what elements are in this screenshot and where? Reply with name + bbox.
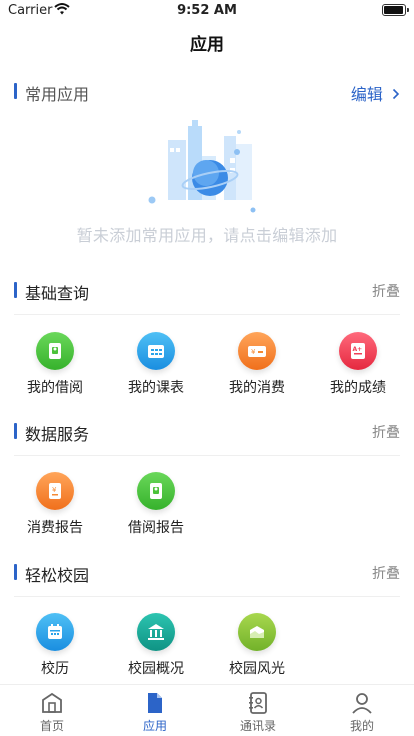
- app-label: 我的借阅: [27, 380, 83, 396]
- app-label: 我的课表: [128, 380, 184, 396]
- app-borrow-report[interactable]: 借阅报告: [111, 472, 201, 544]
- divider: [14, 596, 400, 597]
- battery-icon: [382, 4, 409, 16]
- tab-contacts[interactable]: 通讯录: [218, 691, 298, 734]
- consumption-report-icon: ¥: [36, 472, 74, 510]
- tab-label: 通讯录: [239, 719, 276, 733]
- building-icon: [137, 613, 175, 651]
- tab-label: 应用: [142, 719, 167, 733]
- clock: 9:52 AM: [177, 3, 237, 18]
- section-header-basic: 基础查询 折叠: [14, 280, 400, 303]
- section-header-common: 常用应用 编辑: [14, 81, 400, 104]
- tab-label: 我的: [349, 719, 374, 733]
- section-header-data: 数据服务 折叠: [14, 421, 400, 444]
- section-title-data: 数据服务: [25, 425, 90, 444]
- page-title: 应用: [190, 35, 224, 55]
- app-label: 校园风光: [229, 661, 285, 677]
- app-label: 我的成绩: [330, 380, 386, 396]
- profile-icon: [322, 691, 402, 715]
- section-header-campus: 轻松校园 折叠: [14, 562, 400, 585]
- app-label: 消费报告: [27, 520, 83, 536]
- timetable-icon: [137, 332, 175, 370]
- apps-doc-icon: [115, 691, 195, 715]
- tab-apps[interactable]: 应用: [115, 691, 195, 734]
- empty-state-text: 暂未添加常用应用，请点击编辑添加: [76, 226, 338, 245]
- edit-button[interactable]: 编辑: [351, 81, 400, 105]
- tab-label: 首页: [39, 719, 64, 733]
- svg-text:A+: A+: [353, 346, 363, 353]
- svg-text:¥: ¥: [52, 486, 57, 494]
- app-consumption-report[interactable]: ¥ 消费报告: [10, 472, 100, 544]
- svg-text:¥: ¥: [251, 348, 256, 356]
- chevron-right-icon: [392, 88, 400, 100]
- app-label: 我的消费: [229, 380, 285, 396]
- app-campus-scenery[interactable]: 校园风光: [212, 613, 302, 685]
- tab-profile[interactable]: 我的: [322, 691, 402, 734]
- tab-home[interactable]: 首页: [12, 691, 92, 734]
- app-my-grades[interactable]: A+ 我的成绩: [313, 332, 403, 404]
- tab-bar: 首页 应用 通讯录 我的: [0, 684, 414, 736]
- app-my-borrow[interactable]: 我的借阅: [10, 332, 100, 404]
- card-icon: ¥: [238, 332, 276, 370]
- calendar-icon: [36, 613, 74, 651]
- section-accent-bar: [14, 83, 17, 99]
- grade-icon: A+: [339, 332, 377, 370]
- section-accent-bar: [14, 282, 17, 298]
- collapse-button-data[interactable]: 折叠: [372, 422, 400, 442]
- scenery-icon: [238, 613, 276, 651]
- app-label: 校园概况: [128, 661, 184, 677]
- section-title-campus: 轻松校园: [25, 566, 90, 585]
- borrow-icon: [36, 332, 74, 370]
- contacts-icon: [218, 691, 298, 715]
- section-title-common: 常用应用: [25, 85, 90, 104]
- section-accent-bar: [14, 423, 17, 439]
- app-school-calendar[interactable]: 校历: [10, 613, 100, 685]
- status-bar: Carrier 9:52 AM: [0, 0, 414, 22]
- edit-button-label: 编辑: [350, 85, 383, 104]
- app-label: 借阅报告: [128, 520, 184, 536]
- collapse-button-basic[interactable]: 折叠: [372, 281, 400, 301]
- collapse-button-campus[interactable]: 折叠: [372, 563, 400, 583]
- section-accent-bar: [14, 564, 17, 580]
- empty-state-illustration: [140, 118, 270, 218]
- divider: [14, 314, 400, 315]
- home-icon: [12, 691, 92, 715]
- divider: [14, 455, 400, 456]
- app-my-consumption[interactable]: ¥ 我的消费: [212, 332, 302, 404]
- app-campus-overview[interactable]: 校园概况: [111, 613, 201, 685]
- app-label: 校历: [41, 661, 69, 677]
- app-my-timetable[interactable]: 我的课表: [111, 332, 201, 404]
- section-title-basic: 基础查询: [25, 284, 90, 303]
- borrow-report-icon: [137, 472, 175, 510]
